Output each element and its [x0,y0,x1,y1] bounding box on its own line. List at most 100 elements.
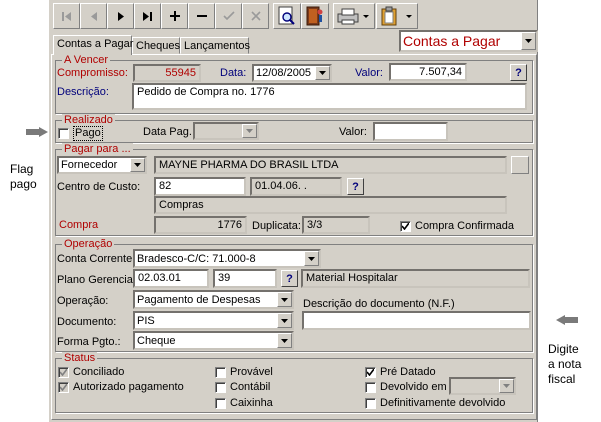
forma-pgto-value: Cheque [137,334,176,347]
compra-confirmada-checkbox[interactable]: Compra Confirmada [400,220,514,233]
tab-lancamentos[interactable]: Lançamentos [180,37,250,54]
next-icon [117,11,124,21]
duplicata-field: 3/3 [302,216,370,234]
centro-custo-field[interactable]: 82 [154,177,246,196]
print-button[interactable] [333,3,375,29]
arrow-right-icon [26,127,48,137]
question-icon: ? [286,272,293,285]
question-icon: ? [515,66,522,79]
search-doc-icon [278,6,295,25]
group-title: Status [62,352,98,364]
plano-numero-field[interactable]: 39 [213,269,277,288]
check-icon [60,369,67,376]
check-icon [60,384,67,391]
conciliado-checkbox: Conciliado [58,366,124,379]
confirm-button[interactable] [215,3,242,29]
checkbox-box [215,398,226,409]
valor-field[interactable]: 7.507,34 [389,63,467,81]
caixinha-checkbox[interactable]: Caixinha [215,397,273,410]
valor-pago-field[interactable] [373,122,448,141]
contabil-label: Contábil [230,381,271,393]
checkbox-box [58,128,69,139]
first-record-button[interactable] [53,3,80,29]
group-title: A Vencer [62,54,111,66]
check-icon [222,11,235,21]
next-record-button[interactable] [107,3,134,29]
tab-contas-a-pagar[interactable]: Contas a Pagar [53,35,133,55]
tipo-favorecido-select[interactable]: Fornecedor [57,156,147,174]
question-icon: ? [352,180,359,193]
provavel-checkbox[interactable]: Provável [215,366,273,379]
conta-corrente-label: Conta Corrente: [57,253,136,265]
descricao-label: Descrição: [57,86,109,98]
chevron-down-icon [315,66,330,80]
contas-a-pagar-window: Contas a Pagar Cheques Lançamentos Conta… [48,0,538,422]
conciliado-label: Conciliado [73,366,125,378]
forma-pgto-label: Forma Pgto.: [57,336,121,348]
devolvido-label: Devolvido em [380,381,447,393]
group-title: Pagar para ... [62,143,133,155]
centro-custo-code-field: 01.04.06. . [250,177,342,196]
valor-label: Valor: [355,67,383,79]
operacao-select[interactable]: Pagamento de Despesas [133,290,294,309]
last-icon [142,11,152,21]
first-icon [61,11,71,21]
data-pag-field [193,122,259,140]
documento-select[interactable]: PIS [133,311,294,330]
forma-pgto-select[interactable]: Cheque [133,331,294,350]
documento-label: Documento: [57,316,117,328]
prev-record-button[interactable] [80,3,107,29]
help-button[interactable]: ? [510,64,527,81]
tab-cheques[interactable]: Cheques [132,37,180,54]
chevron-down-icon [242,124,257,138]
chevron-down-icon [521,32,536,50]
delete-record-button[interactable] [188,3,215,29]
definitivamente-devolvido-checkbox[interactable]: Definitivamente devolvido [365,397,505,410]
documento-value: PIS [137,314,155,327]
cancel-button[interactable] [242,3,269,29]
compromisso-label: Compromisso: [57,67,128,79]
plano-desc-field: Material Hospitalar [301,269,530,288]
last-record-button[interactable] [134,3,161,29]
provavel-label: Provável [230,366,273,378]
mode-select[interactable]: Contas a Pagar [399,30,538,52]
exit-door-icon [306,6,323,26]
exit-button[interactable] [301,3,329,29]
pago-checkbox[interactable]: Pago [58,126,103,141]
centro-custo-help-button[interactable]: ? [347,178,364,195]
pago-label: Pago [73,126,103,141]
compra-confirmada-label: Compra Confirmada [415,220,515,232]
data-pag-label: Data Pag. [143,126,192,138]
check-icon [402,223,409,230]
checkbox-box [400,221,411,232]
x-icon [250,11,261,21]
add-record-button[interactable] [161,3,188,29]
descricao-field[interactable]: Pedido de Compra no. 1776 [132,83,527,110]
data-vencimento-field[interactable]: 12/08/2005 [252,64,332,82]
contabil-checkbox[interactable]: Contábil [215,381,270,394]
data-label: Data: [220,67,247,79]
pre-datado-checkbox[interactable]: Pré Datado [365,366,436,379]
descricao-doc-field[interactable] [302,311,531,330]
operacao-value: Pagamento de Despesas [137,293,261,306]
flag-pago-note: Flag pago [10,162,37,191]
digite-nota-fiscal-note: Digite a nota fiscal [548,342,582,386]
checkbox-box [58,367,69,378]
conta-corrente-select[interactable]: Bradesco-C/C: 71.000-8 [133,249,321,268]
plano-help-button[interactable]: ? [281,270,298,287]
checkbox-box [365,398,376,409]
arrow-left-icon [556,315,578,325]
plano-gerencial-field[interactable]: 02.03.01 [133,269,209,288]
pre-datado-label: Pré Datado [380,366,436,378]
centro-custo-label: Centro de Custo: [57,181,141,193]
tipo-favorecido-value: Fornecedor [61,159,118,171]
chevron-down-icon [277,333,292,348]
printer-icon [337,8,369,25]
search-button[interactable] [273,3,301,29]
group-title: Operação [62,238,115,250]
clipboard-button[interactable] [376,3,418,29]
realizado-group: Realizado [55,114,533,143]
lookup-button[interactable] [511,156,529,174]
devolvido-checkbox[interactable]: Devolvido em [365,381,447,394]
minus-icon [196,15,207,17]
